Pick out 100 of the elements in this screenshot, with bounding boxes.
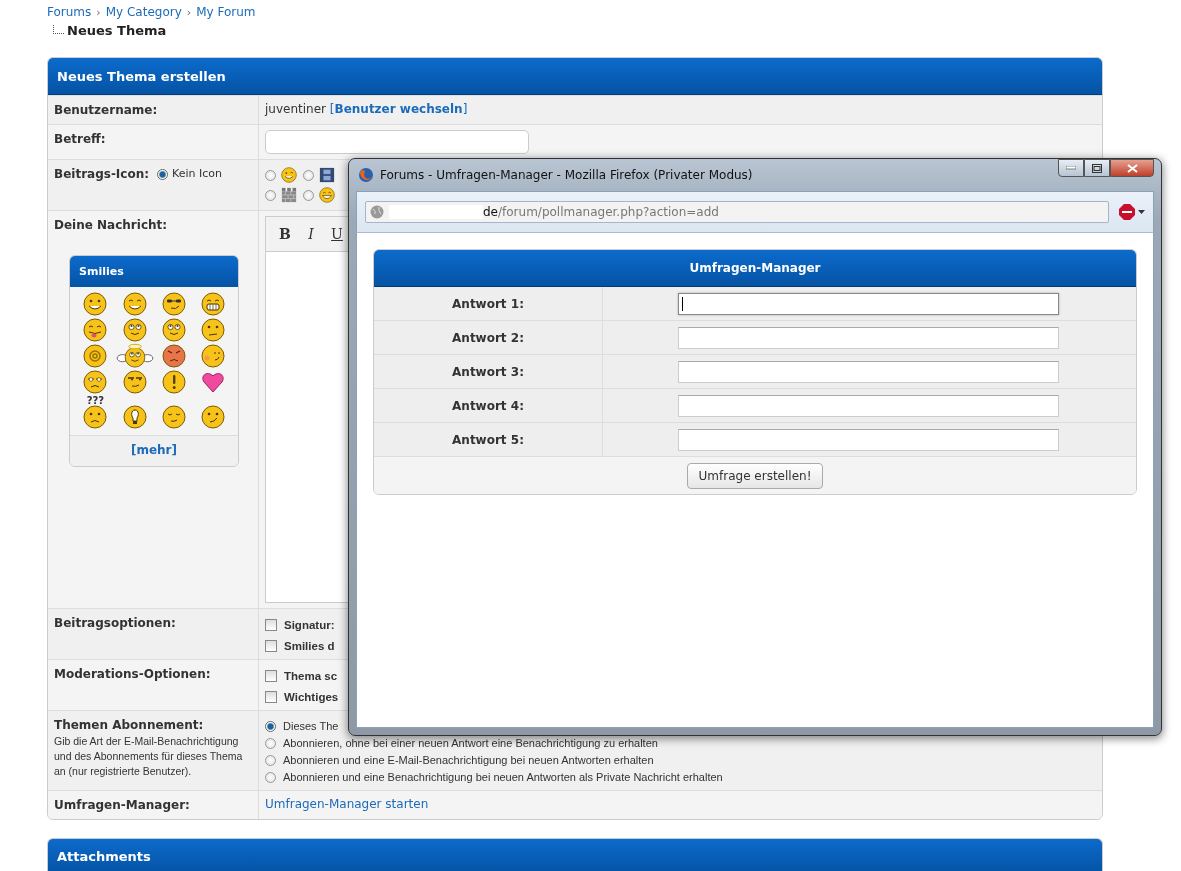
smiley-icon xyxy=(200,292,225,316)
smiley-icon xyxy=(200,405,225,429)
maximize-button[interactable] xyxy=(1084,159,1110,177)
answer-label: Antwort 5: xyxy=(452,432,524,447)
page-title: Neues Thema xyxy=(67,23,167,38)
answer-field[interactable] xyxy=(678,428,1059,451)
radio-label: Abonnieren und eine Benachrichtigung bei neuen Antworten als Private Nachricht erhalten xyxy=(283,770,723,785)
wink-smiley-icon xyxy=(281,167,297,183)
radio-label: Abonnieren, ohne bei einer neuen Antwort eine Benachrichtigung zu erhalten xyxy=(283,736,658,751)
smiley-icon xyxy=(162,318,186,342)
checkbox-label: Smilies d xyxy=(284,639,335,654)
radio-button[interactable] xyxy=(157,168,169,180)
checkbox-label: Thema sc xyxy=(284,669,338,684)
browser-logo-icon xyxy=(358,167,374,183)
checkbox[interactable] xyxy=(265,670,277,682)
exclamation-icon xyxy=(162,370,186,394)
smiley-icon xyxy=(200,318,225,342)
field-label: Themen Abonnement: xyxy=(54,718,204,732)
panel-header: Neues Thema erstellen xyxy=(48,58,1102,95)
radio-button[interactable] xyxy=(303,189,314,201)
smiley-icon xyxy=(200,344,225,368)
url-host: de xyxy=(483,205,498,219)
field-label: Deine Nachricht: xyxy=(54,218,168,232)
more-link[interactable]: [mehr] xyxy=(130,443,178,457)
address-bar[interactable]: de/forum/pollmanager.php?action=add xyxy=(365,201,1109,223)
radio-button[interactable] xyxy=(303,169,314,181)
field-label: Benutzername: xyxy=(54,103,158,117)
field-label: Beitrags-Icon: xyxy=(54,166,150,182)
close-icon xyxy=(1126,163,1138,173)
radio-button[interactable] xyxy=(265,771,276,783)
field-label: Betreff: xyxy=(54,132,106,146)
grin-smiley-icon xyxy=(319,187,335,203)
at-sign-icon xyxy=(83,344,108,368)
globe-icon xyxy=(370,205,384,219)
smiley-icon xyxy=(83,370,108,394)
url-path: /forum/pollmanager.php?action=add xyxy=(498,205,719,219)
minimize-button[interactable] xyxy=(1058,159,1084,177)
answer-label: Antwort 1: xyxy=(452,296,524,311)
answer-label: Antwort 2: xyxy=(452,330,524,345)
create-poll-button[interactable]: Umfrage erstellen! xyxy=(686,463,824,489)
adblock-button[interactable] xyxy=(1119,204,1145,220)
smiley-icon xyxy=(162,405,186,429)
subject-field[interactable] xyxy=(265,130,529,154)
film-strip-icon xyxy=(319,167,335,183)
window-title: Forums - Umfragen-Manager - Mozilla Firefox (Privater Modus) xyxy=(380,168,754,182)
smiley-icon xyxy=(162,292,186,316)
format-button[interactable]: I xyxy=(300,226,322,242)
radio-label: Kein Icon xyxy=(172,166,222,182)
checkbox[interactable] xyxy=(265,619,277,631)
smiley-caption: ??? xyxy=(86,396,105,405)
breadcrumb-link[interactable]: My Category xyxy=(105,5,182,19)
smiley-icon xyxy=(83,405,108,429)
panel-header: Attachments xyxy=(47,838,1103,871)
radio-button[interactable] xyxy=(265,720,276,732)
checkbox-label: Wichtiges xyxy=(284,690,339,705)
radio-button[interactable] xyxy=(265,189,276,201)
breadcrumb-link[interactable]: Forums xyxy=(47,5,92,19)
smiley-icon xyxy=(83,318,108,342)
format-button[interactable]: U xyxy=(326,226,348,242)
breadcrumb-separator: › xyxy=(186,5,192,19)
breadcrumb-separator: › xyxy=(96,5,101,19)
angel-smiley-icon xyxy=(114,343,155,368)
format-button[interactable]: B xyxy=(274,226,296,242)
switch-user-link[interactable]: [Benutzer wechseln] xyxy=(329,102,468,116)
heart-icon xyxy=(200,370,225,394)
maximize-icon xyxy=(1092,163,1102,173)
smilies-header: Smilies xyxy=(70,256,238,287)
smiley-icon xyxy=(83,292,108,316)
close-button[interactable] xyxy=(1110,159,1154,177)
lightbulb-icon xyxy=(122,405,147,429)
radio-button[interactable] xyxy=(265,737,276,749)
stop-sign-icon xyxy=(1119,204,1135,220)
radio-button[interactable] xyxy=(265,169,276,181)
radio-button[interactable] xyxy=(265,754,276,766)
smiley-icon xyxy=(122,292,147,316)
poll-manager-link[interactable]: Umfragen-Manager starten xyxy=(265,797,429,811)
field-label: Moderations-Optionen: xyxy=(54,667,211,681)
tree-line xyxy=(53,25,64,34)
dropdown-arrow-icon xyxy=(1138,210,1145,214)
answer-label: Antwort 3: xyxy=(452,364,524,379)
answer-label: Antwort 4: xyxy=(452,398,524,413)
field-label: Umfragen-Manager: xyxy=(54,798,190,812)
username-text: juventiner xyxy=(265,102,326,116)
checkbox[interactable] xyxy=(265,640,277,652)
answer-field[interactable] xyxy=(678,360,1059,383)
answer-field[interactable] xyxy=(678,326,1059,349)
smiley-icon xyxy=(122,370,147,394)
checkbox-label: Signatur: xyxy=(284,618,335,633)
radio-label: Dieses The xyxy=(283,719,339,734)
minimize-icon xyxy=(1066,166,1076,170)
breadcrumb-link[interactable]: My Forum xyxy=(196,5,256,19)
field-label: Beitragsoptionen: xyxy=(54,616,176,630)
answer-field[interactable] xyxy=(678,292,1059,315)
field-description: Gib die Art der E-Mail-Benachrichtigung und des Abonnements für dieses Thema an (nur registrierte Benutzer). xyxy=(54,734,244,779)
answer-field[interactable] xyxy=(678,394,1059,417)
checkbox[interactable] xyxy=(265,691,277,703)
brick-wall-icon xyxy=(281,187,297,203)
radio-label: Abonnieren und eine E-Mail-Benachrichtigung bei neuen Antworten erhalten xyxy=(283,753,654,768)
smiley-icon xyxy=(122,318,147,342)
panel-header: Umfragen-Manager xyxy=(374,250,1136,287)
